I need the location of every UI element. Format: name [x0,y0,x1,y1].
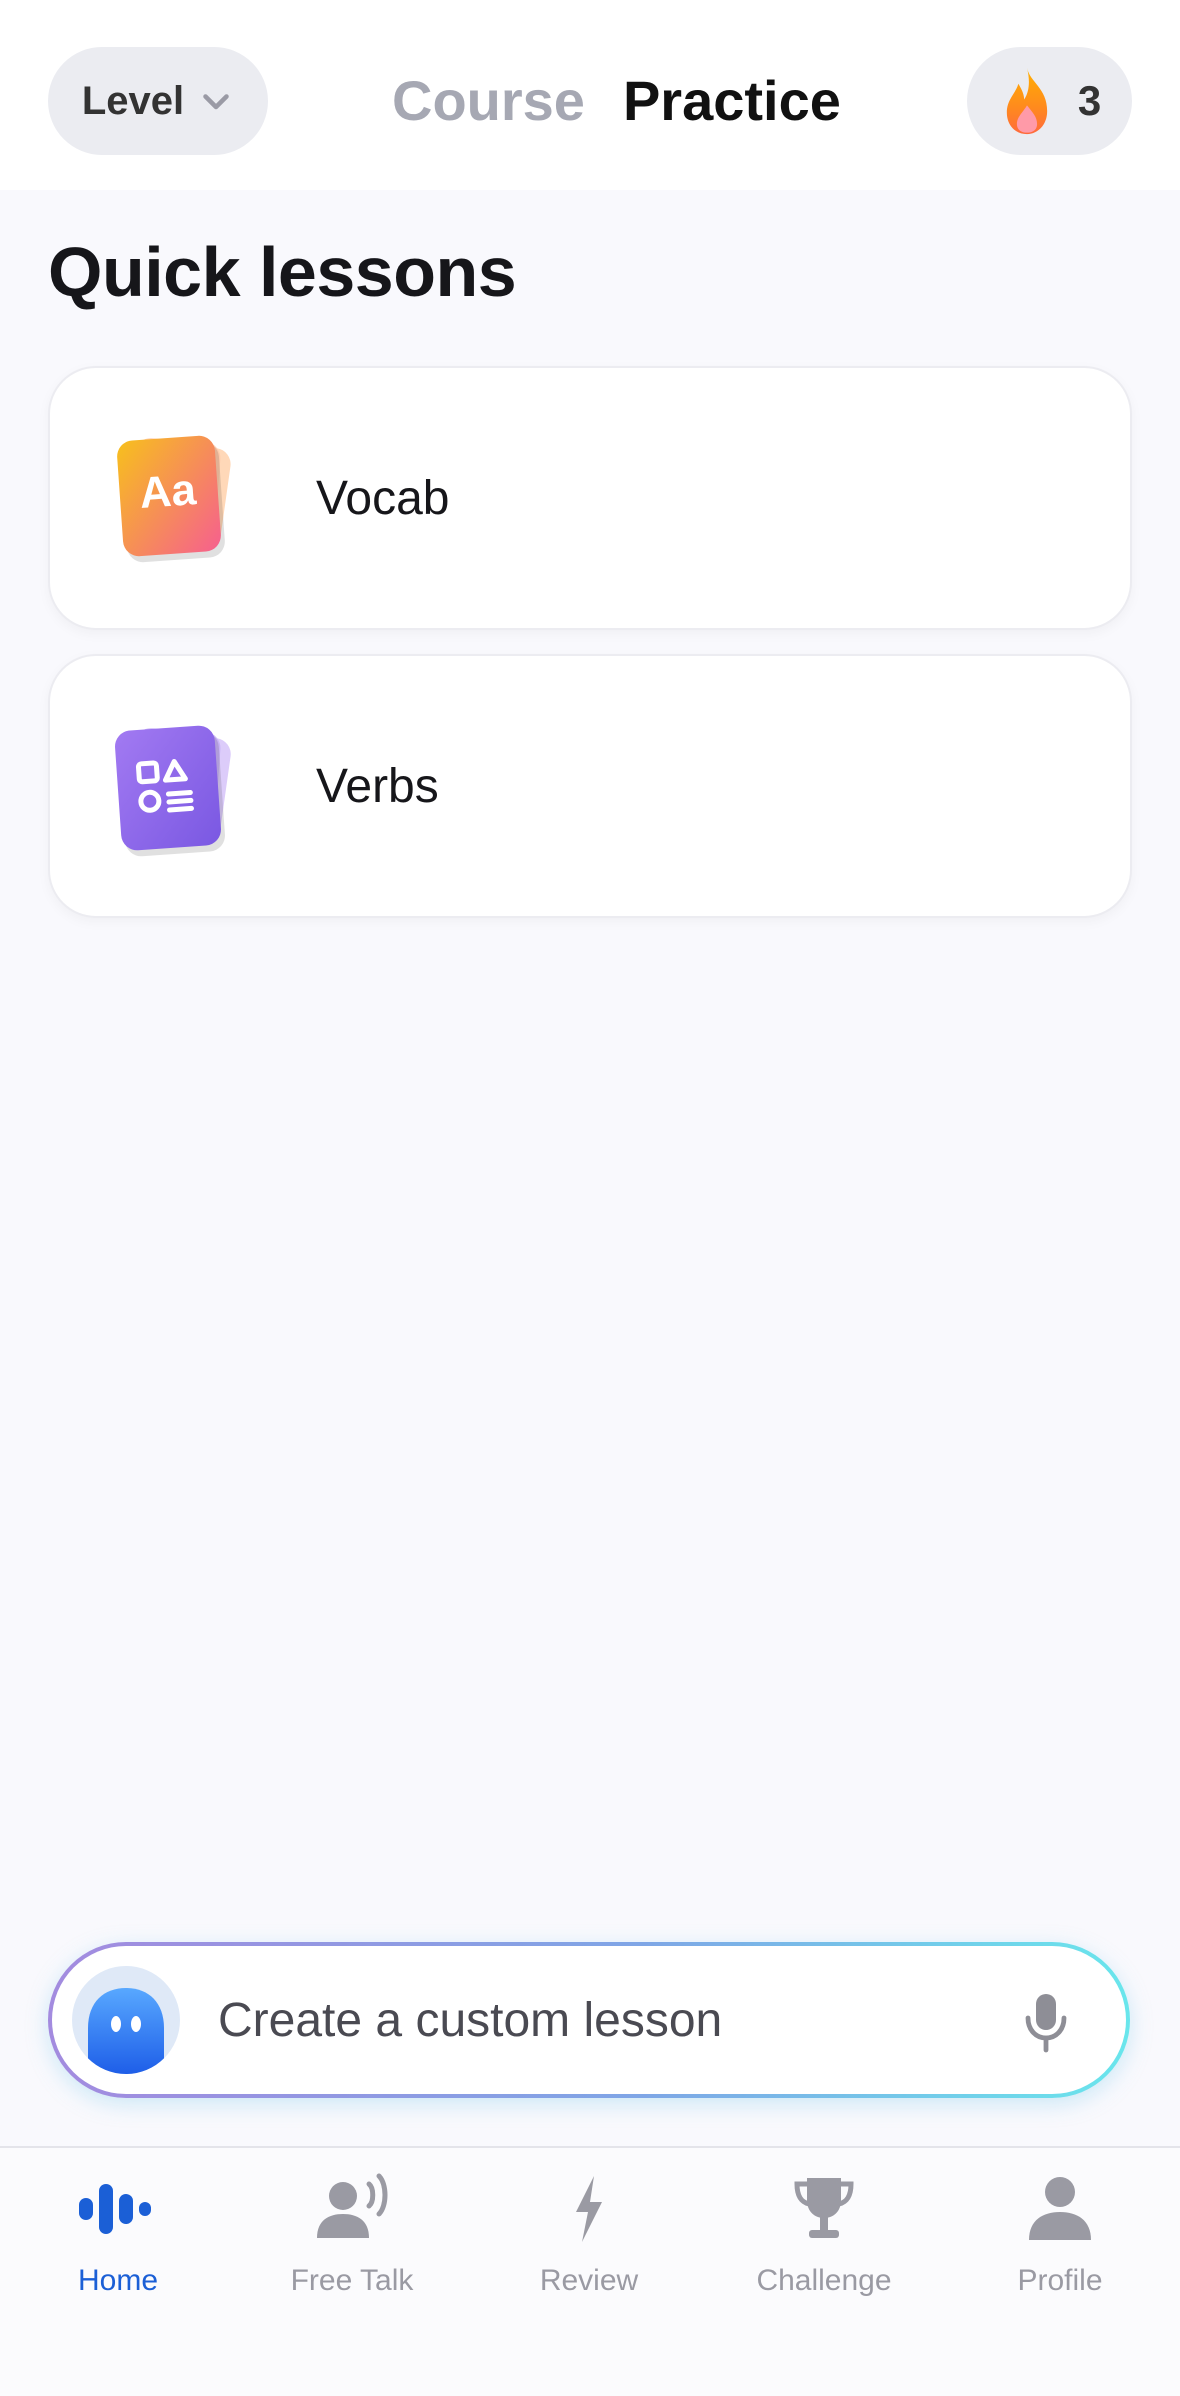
lightning-icon [576,2176,602,2242]
tab-course[interactable]: Course [392,68,585,133]
custom-lesson-placeholder: Create a custom lesson [218,1993,723,2047]
nav-review[interactable]: Review [489,2172,689,2322]
lesson-label: Vocab [316,471,450,525]
nav-profile[interactable]: Profile [960,2172,1160,2322]
top-header: Level Course Practice 3 [0,0,1180,190]
flame-icon [1006,67,1047,135]
vocab-icon-text: Aa [138,465,198,518]
nav-label: Review [539,2264,639,2297]
streak-badge[interactable]: 3 [967,47,1132,155]
lesson-card-vocab[interactable]: Aa Vocab [48,366,1132,630]
nav-label: Home [77,2264,159,2297]
trophy-icon [794,2178,854,2238]
nav-home[interactable]: Home [18,2172,218,2322]
level-dropdown[interactable]: Level [48,47,268,155]
level-label: Level [81,78,185,123]
verbs-shapes-icon [106,712,256,862]
lesson-label: Verbs [316,759,439,813]
nav-challenge[interactable]: Challenge [724,2172,924,2322]
tab-practice[interactable]: Practice [623,68,841,133]
custom-lesson-bar[interactable]: Create a custom lesson [48,1942,1130,2098]
nav-free-talk[interactable]: Free Talk [252,2172,452,2322]
mode-tabs: Course Practice [392,60,841,140]
person-speaking-icon [317,2173,388,2238]
lesson-card-verbs[interactable]: Verbs [48,654,1132,918]
nav-label: Free Talk [290,2264,414,2297]
custom-lesson-input[interactable]: Create a custom lesson [52,1946,1126,2094]
section-title: Quick lessons [48,233,517,311]
nav-label: Profile [1017,2264,1103,2297]
person-icon [1029,2177,1091,2240]
chevron-down-icon [203,94,229,110]
practice-screen: Level Course Practice 3 Quick lessons Aa… [0,0,1180,2396]
streak-count: 3 [1077,77,1102,124]
nav-label: Challenge [756,2264,892,2297]
sound-wave-icon [79,2184,151,2234]
microphone-icon[interactable] [1022,1990,1070,2054]
vocab-cards-icon: Aa [106,424,256,574]
ai-bot-avatar-icon [72,1966,180,2074]
bottom-nav: Home Free Talk Review Challenge Profile [0,2146,1180,2396]
